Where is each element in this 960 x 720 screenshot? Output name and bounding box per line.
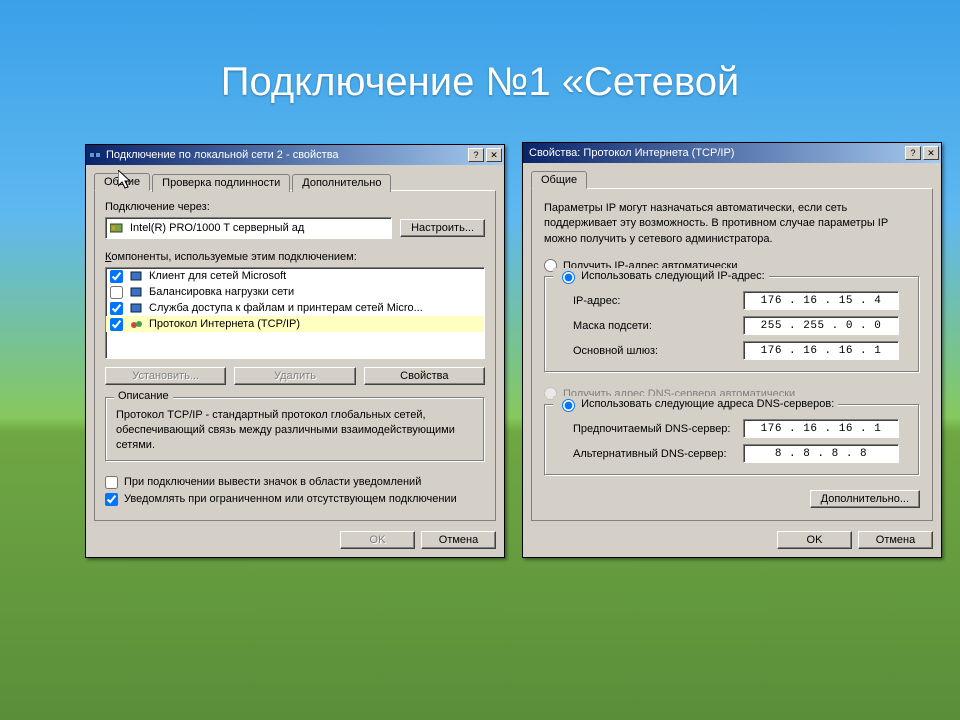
components-label: ККомпоненты, используемые этим подключен… (105, 251, 485, 263)
radio-manual-ip[interactable]: Использовать следующий IP-адрес: (553, 268, 769, 284)
component-label: Балансировка нагрузки сети (149, 286, 294, 298)
help-button[interactable]: ? (468, 148, 484, 162)
notify-label: Уведомлять при ограниченном или отсутств… (124, 493, 457, 505)
tray-icon-checkbox[interactable] (105, 476, 118, 489)
fileshare-icon (129, 301, 143, 315)
nic-icon (110, 221, 124, 235)
component-label: Клиент для сетей Microsoft (149, 270, 286, 282)
tab-advanced[interactable]: Дополнительно (292, 174, 391, 192)
uninstall-button[interactable]: Удалить (234, 367, 355, 385)
component-checkbox[interactable] (110, 302, 123, 315)
cancel-button[interactable]: Отмена (421, 531, 496, 549)
tab-general[interactable]: Общие (94, 173, 150, 191)
close-button[interactable]: ✕ (923, 146, 939, 160)
list-item[interactable]: Клиент для сетей Microsoft (106, 268, 484, 284)
list-item[interactable]: Служба доступа к файлам и принтерам сете… (106, 300, 484, 316)
list-item[interactable]: Балансировка нагрузки сети (106, 284, 484, 300)
tcpip-info-text: Параметры IP могут назначаться автоматич… (544, 201, 920, 247)
titlebar-tcpip[interactable]: Свойства: Протокол Интернета (TCP/IP) ? … (523, 143, 941, 163)
balance-icon (129, 285, 143, 299)
notify-checkbox[interactable] (105, 493, 118, 506)
ok-button[interactable]: OK (340, 531, 415, 549)
dns1-input[interactable]: 176 . 16 . 16 . 1 (743, 419, 899, 438)
client-icon (129, 269, 143, 283)
component-label: Служба доступа к файлам и принтерам сете… (149, 302, 423, 314)
ip-address-label: IP-адрес: (573, 295, 743, 307)
connection-icon (88, 148, 102, 162)
ok-button[interactable]: OK (777, 531, 852, 549)
gateway-input[interactable]: 176 . 16 . 16 . 1 (743, 341, 899, 360)
subnet-mask-input[interactable]: 255 . 255 . 0 . 0 (743, 316, 899, 335)
dns2-input[interactable]: 8 . 8 . 8 . 8 (743, 444, 899, 463)
tab-auth[interactable]: Проверка подлинности (152, 174, 290, 192)
connect-via-label: Подключение через: (105, 201, 485, 213)
radio-manual-dns-label: Использовать следующие адреса DNS-сервер… (581, 398, 834, 410)
install-button[interactable]: Установить... (105, 367, 226, 385)
tcpip-icon (129, 317, 143, 331)
configure-button[interactable]: Настроить... (400, 219, 485, 237)
description-group: Описание Протокол TCP/IP - стандартный п… (105, 397, 485, 462)
close-button[interactable]: ✕ (486, 148, 502, 162)
radio-manual-ip-input[interactable] (562, 271, 575, 284)
properties-button[interactable]: Свойства (364, 367, 485, 385)
component-checkbox[interactable] (110, 286, 123, 299)
tab-general[interactable]: Общие (531, 171, 587, 189)
cancel-button[interactable]: Отмена (858, 531, 933, 549)
description-legend: Описание (114, 390, 173, 402)
adapter-field[interactable]: Intel(R) PRO/1000 T серверный ад (105, 217, 392, 239)
gateway-label: Основной шлюз: (573, 345, 743, 357)
titlebar-lan[interactable]: Подключение по локальной сети 2 - свойст… (86, 145, 504, 165)
dialog-lan-properties: Подключение по локальной сети 2 - свойст… (85, 144, 505, 558)
radio-manual-dns[interactable]: Использовать следующие адреса DNS-сервер… (553, 396, 838, 412)
subnet-mask-label: Маска подсети: (573, 320, 743, 332)
titlebar-lan-text: Подключение по локальной сети 2 - свойст… (106, 149, 466, 161)
tray-icon-label: При подключении вывести значок в области… (124, 476, 421, 488)
help-button[interactable]: ? (905, 146, 921, 160)
component-checkbox[interactable] (110, 270, 123, 283)
dialog-tcpip-properties: Свойства: Протокол Интернета (TCP/IP) ? … (522, 142, 942, 558)
slide-title: Подключение №1 «Сетевой (0, 60, 960, 105)
advanced-button[interactable]: Дополнительно... (810, 490, 920, 508)
ip-address-input[interactable]: 176 . 16 . 15 . 4 (743, 291, 899, 310)
dns2-label: Альтернативный DNS-сервер: (573, 448, 743, 460)
titlebar-tcpip-text: Свойства: Протокол Интернета (TCP/IP) (525, 147, 903, 159)
list-item[interactable]: Протокол Интернета (TCP/IP) (106, 316, 484, 332)
description-text: Протокол TCP/IP - стандартный протокол г… (116, 408, 474, 453)
adapter-name: Intel(R) PRO/1000 T серверный ад (130, 222, 304, 234)
component-label: Протокол Интернета (TCP/IP) (149, 318, 300, 330)
radio-manual-ip-label: Использовать следующий IP-адрес: (581, 270, 765, 282)
component-checkbox[interactable] (110, 318, 123, 331)
components-list[interactable]: Клиент для сетей Microsoft Балансировка … (105, 267, 485, 359)
radio-manual-dns-input[interactable] (562, 399, 575, 412)
dns1-label: Предпочитаемый DNS-сервер: (573, 423, 743, 435)
